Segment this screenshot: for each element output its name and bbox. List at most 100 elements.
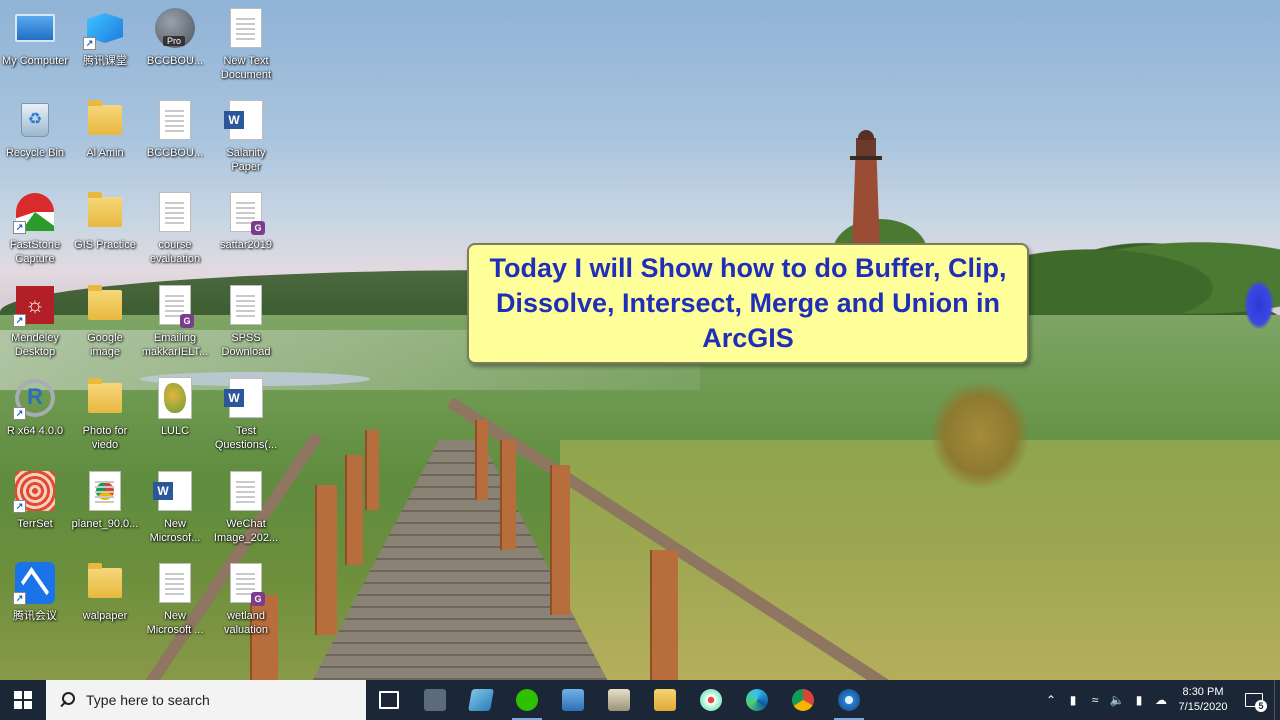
desktop-icon-label: walpaper [82, 610, 128, 622]
chrome-icon [792, 689, 814, 711]
shortcut-arrow-icon: ↗ [13, 221, 26, 234]
taskbar-clock[interactable]: 8:30 PM 7/15/2020 [1172, 685, 1234, 715]
desktop-icon[interactable]: GIS Practice [71, 192, 139, 252]
blank-document-icon [155, 100, 195, 140]
desktop-icon[interactable]: ↗ 腾讯课堂 [71, 8, 139, 68]
taskbar-app-button[interactable] [780, 680, 826, 720]
desktop-icon-label: R x64 4.0.0 [6, 425, 64, 437]
search-placeholder: Type here to search [86, 692, 210, 708]
tencent-meeting-icon: ↗ [13, 562, 55, 607]
paint-icon [700, 689, 722, 711]
desktop-icon-label: WeChat Image_202... [213, 518, 279, 544]
chrome-file-icon [85, 471, 125, 511]
desktop-icon[interactable]: W Test Questions(... [212, 378, 280, 452]
desktop-icon[interactable]: My Computer [1, 8, 69, 68]
desktop-icon-label: Recycle Bin [5, 147, 65, 159]
desktop-icon[interactable]: planet_90.0... [71, 471, 139, 531]
desktop-icon[interactable]: G Emailing makkarIELT... [141, 285, 209, 359]
desktop-icon[interactable]: R ↗ R x64 4.0.0 [1, 378, 69, 438]
scanner-icon [608, 689, 630, 711]
desktop-icon[interactable]: W New Microsof... [141, 471, 209, 545]
battery-icon[interactable]: ▮ [1128, 693, 1150, 707]
taskbar-app-button[interactable] [596, 680, 642, 720]
desktop-icon[interactable]: walpaper [71, 563, 139, 623]
taskbar-app-button[interactable] [826, 680, 872, 720]
desktop-icon[interactable]: course evaluation [141, 192, 209, 266]
tutorial-callout-box: Today I will Show how to do Buffer, Clip… [467, 243, 1029, 364]
word-document-icon: W [153, 471, 195, 511]
word-document-icon: W [224, 100, 266, 140]
taskbar-app-list [366, 680, 872, 720]
desktop-icon[interactable]: Google image [71, 285, 139, 359]
taskbar-app-button[interactable] [458, 680, 504, 720]
action-center-button[interactable]: 5 [1234, 680, 1274, 720]
desktop-icon[interactable]: Gwetland valuation [212, 563, 280, 637]
wallpaper-lighthouse [850, 130, 882, 253]
shortcut-arrow-icon: ↗ [13, 500, 26, 513]
shortcut-arrow-icon: ↗ [13, 314, 26, 327]
search-icon [58, 691, 76, 709]
taskbar-app-button[interactable] [412, 680, 458, 720]
desktop-icon[interactable]: W Salanity Paper [212, 100, 280, 174]
terrset-icon: ↗ [13, 471, 55, 513]
notification-count: 5 [1255, 700, 1267, 712]
taskbar-app-button[interactable] [550, 680, 596, 720]
desktop-icon-label: BCCBOU... [146, 147, 204, 159]
taskbar-search-box[interactable]: Type here to search [46, 680, 366, 720]
clock-date: 7/15/2020 [1178, 701, 1228, 713]
wallpaper-right-railing [440, 390, 960, 680]
desktop-icon[interactable]: New Microsoft ... [141, 563, 209, 637]
desktop-icon-label: GIS Practice [74, 239, 136, 251]
onedrive-cloud-icon[interactable]: ☁ [1150, 693, 1172, 707]
taskbar-app-button[interactable] [366, 680, 412, 720]
desktop-icon[interactable]: ↗ TerrSet [1, 471, 69, 531]
desktop-icon[interactable]: BCCBOU... [141, 100, 209, 160]
desktop-icon[interactable]: LULC [141, 377, 209, 438]
desktop-icon[interactable]: ♻ Recycle Bin [1, 100, 69, 160]
desktop-icon-label: Photo for viedo [82, 425, 128, 451]
desktop-icon-label: planet_90.0... [71, 518, 139, 530]
taskbar-app-button[interactable] [734, 680, 780, 720]
shortcut-arrow-icon: ↗ [13, 592, 26, 605]
system-tray: ⌃ ▮ ≈ 🔈 ▮ ☁ 8:30 PM 7/15/2020 5 [1040, 680, 1280, 720]
blue-cursor-highlight [1244, 280, 1274, 330]
taskbar-app-button[interactable] [688, 680, 734, 720]
faststone-capture-icon: ↗ [13, 192, 55, 234]
remote-desktop-icon [562, 689, 584, 711]
desktop-icon[interactable]: Photo for viedo [71, 378, 139, 452]
desktop-icon[interactable]: Gsattar2019 [212, 192, 280, 252]
desktop-icon[interactable]: ↗ FastStone Capture [1, 192, 69, 266]
clock-time: 8:30 PM [1182, 686, 1224, 698]
edge-icon [746, 689, 768, 711]
desktop-icon[interactable]: ↗ 腾讯会议 [1, 562, 69, 623]
desktop-icon-label: Al Amin [86, 147, 124, 159]
word-document-icon: W [224, 378, 266, 418]
desktop-icon-label: New Microsoft ... [146, 610, 204, 636]
desktop-icon[interactable]: ☼ ↗ Mendeley Desktop [1, 285, 69, 359]
wifi-icon[interactable]: ≈ [1084, 693, 1106, 707]
desktop-icon-label: LULC [160, 425, 190, 437]
desktop-icon-label: Mendeley Desktop [11, 332, 59, 358]
desktop-icon-label: BCCBOU... [146, 55, 204, 67]
r-language-icon: R ↗ [13, 378, 55, 420]
tencent-classroom-icon: ↗ [83, 8, 125, 50]
desktop-icon[interactable]: WeChat Image_202... [212, 471, 280, 545]
show-desktop-button[interactable] [1274, 680, 1280, 720]
taskbar-app-button[interactable] [504, 680, 550, 720]
chevron-up-icon[interactable]: ⌃ [1040, 693, 1062, 707]
callout-text: Today I will Show how to do Buffer, Clip… [489, 253, 1007, 353]
taskbar: Type here to search ⌃ ▮ ≈ 🔈 ▮ ☁ 8:30 PM … [0, 680, 1280, 720]
folder-icon [85, 378, 125, 418]
task-view-icon [379, 691, 399, 709]
start-button[interactable] [0, 680, 46, 720]
usb-device-icon[interactable]: ▮ [1062, 693, 1084, 707]
taskbar-app-button[interactable] [642, 680, 688, 720]
wechat-icon [516, 689, 538, 711]
image-file-icon [226, 471, 266, 511]
desktop-icon[interactable]: SPSS Download [212, 285, 280, 359]
desktop-icon[interactable]: Al Amin [71, 100, 139, 160]
volume-icon[interactable]: 🔈 [1106, 693, 1128, 707]
desktop-icon[interactable]: New Text Document [212, 8, 280, 82]
file-explorer-icon [654, 689, 676, 711]
desktop-icon[interactable]: Pro BCCBOU... [141, 8, 209, 68]
